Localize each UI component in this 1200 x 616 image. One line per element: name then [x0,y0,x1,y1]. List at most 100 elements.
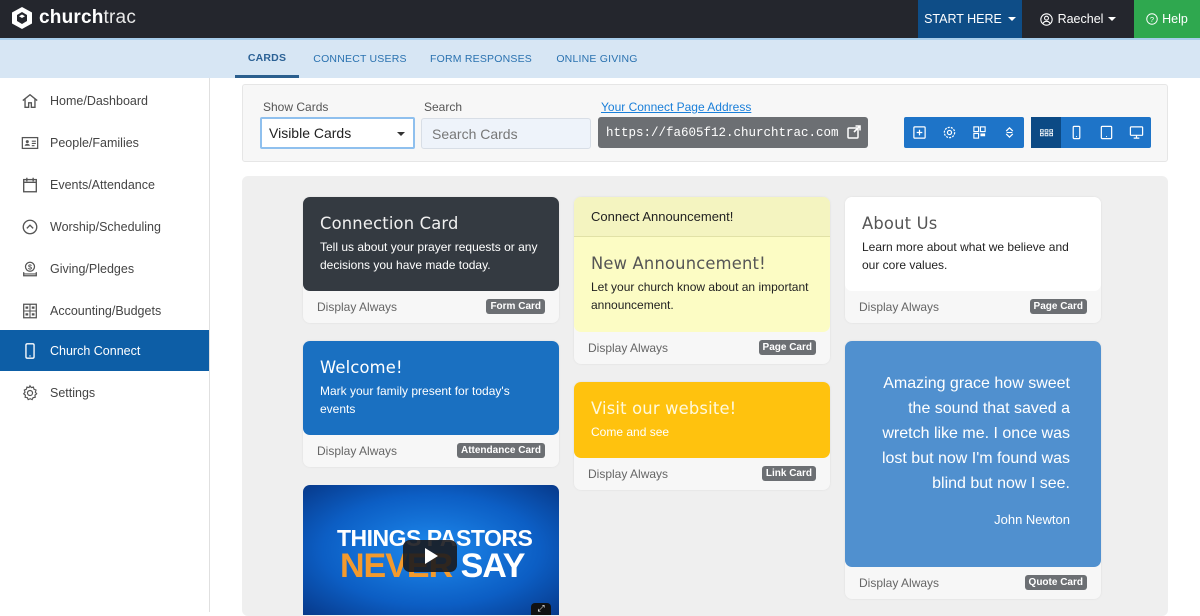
sidebar-item-label: Home/Dashboard [50,93,148,108]
mobile-icon [25,342,35,359]
sidebar-item-church-connect[interactable]: Church Connect [0,330,209,371]
sidebar-item-label: People/Families [50,135,139,150]
qr-code-icon [972,126,986,139]
logo[interactable]: churchtrac [10,6,136,30]
card-body: Connection Card Tell us about your praye… [303,197,559,291]
card-actions-group [904,117,1024,148]
logo-bold: church [39,7,104,28]
card-text: Let your church know about an important … [591,280,809,312]
tab-bar: CARDS CONNECT USERS FORM RESPONSES ONLIN… [0,38,1200,78]
card-body: About Us Learn more about what we believ… [845,197,1101,291]
help-label: Help [1162,12,1188,26]
card-type-badge: Page Card [1029,299,1087,314]
card-title: Welcome! [320,358,403,378]
play-icon [425,548,438,564]
start-here-dropdown[interactable]: START HERE [918,0,1022,38]
search-input[interactable] [421,118,591,149]
chevron-up-circle-icon [22,219,38,234]
sidebar-item-home[interactable]: Home/Dashboard [0,80,209,121]
caret-down-icon [1007,17,1016,21]
sidebar-item-label: Church Connect [50,343,141,358]
add-card-button[interactable] [904,117,934,148]
card-text: Come and see [591,425,670,439]
logo-text: churchtrac [39,7,136,29]
tab-connect-users[interactable]: CONNECT USERS [310,40,410,78]
card-footer: Display Always Form Card [303,291,559,323]
phone-icon [1072,125,1080,140]
quote-author: John Newton [994,512,1070,527]
card-body: Amazing grace how sweet the sound that s… [845,341,1101,567]
desktop-view-button[interactable] [1121,117,1151,148]
card-footer: Display Always Link Card [574,458,830,490]
show-cards-value: Visible Cards [269,125,352,141]
sidebar-item-accounting[interactable]: Accounting/Budgets [0,290,209,331]
plus-square-icon [912,126,926,139]
help-button[interactable]: ? Help [1134,0,1200,38]
card-text: Mark your family present for today's eve… [320,384,510,416]
search-label: Search [424,100,463,114]
card-about[interactable]: About Us Learn more about what we believ… [845,197,1101,323]
sidebar-item-label: Worship/Scheduling [50,219,161,234]
phone-view-button[interactable] [1061,117,1091,148]
card-quote[interactable]: Amazing grace how sweet the sound that s… [845,341,1101,599]
tab-online-giving[interactable]: ONLINE GIVING [552,40,642,78]
id-card-icon [21,136,39,149]
user-circle-icon [1039,12,1053,26]
card-video[interactable]: THINGS PASTORS NEVER SAY ⤢ [303,485,559,615]
external-link-icon[interactable] [846,124,862,140]
card-footer: Display Always Page Card [574,332,830,364]
logo-light: trac [103,7,137,28]
churchtrac-hex-icon [12,7,32,29]
question-circle-icon: ? [1146,13,1158,25]
card-website[interactable]: Visit our website! Come and see Display … [574,382,830,490]
card-display-rule: Display Always [317,300,398,314]
card-display-rule: Display Always [588,467,669,481]
gear-icon [22,384,38,400]
card-connection[interactable]: Connection Card Tell us about your praye… [303,197,559,323]
video-title-say: SAY [452,547,526,585]
sidebar-item-label: Events/Attendance [50,177,155,192]
card-footer: Display Always Page Card [845,291,1101,323]
card-body: Welcome! Mark your family present for to… [303,341,559,435]
card-header: Connect Announcement! [574,197,830,237]
play-button[interactable] [403,540,457,572]
connect-url-text: https://fa605f12.churchtrac.com [606,125,839,140]
card-announcement[interactable]: Connect Announcement! New Announcement! … [574,197,830,364]
desktop-icon [1129,126,1143,139]
user-menu-dropdown[interactable]: Raechel [1022,0,1134,38]
qr-code-button[interactable] [964,117,994,148]
card-type-badge: Page Card [758,340,816,355]
view-mode-group [1031,117,1151,148]
cards-canvas: Connection Card Tell us about your praye… [242,176,1168,616]
sidebar-item-worship[interactable]: Worship/Scheduling [0,206,209,247]
tab-cards[interactable]: CARDS [235,40,299,78]
sidebar-item-people[interactable]: People/Families [0,122,209,163]
card-title: New Announcement! [591,254,766,274]
calendar-icon [23,177,37,192]
caret-down-icon [1108,17,1117,21]
card-type-badge: Attendance Card [456,443,545,458]
home-icon [22,93,38,108]
sort-button[interactable] [994,117,1024,148]
connect-page-address-link[interactable]: Your Connect Page Address [601,100,751,114]
tablet-view-button[interactable] [1091,117,1121,148]
fullscreen-icon[interactable]: ⤢ [531,603,551,615]
settings-button[interactable] [934,117,964,148]
sidebar-item-events[interactable]: Events/Attendance [0,164,209,205]
show-cards-select[interactable]: Visible Cards [260,117,415,149]
sidebar-item-settings[interactable]: Settings [0,372,209,413]
video-thumbnail[interactable]: THINGS PASTORS NEVER SAY ⤢ [303,485,559,615]
grid-view-button[interactable] [1031,117,1061,148]
card-text: Tell us about your prayer requests or an… [320,240,538,272]
card-type-badge: Form Card [486,299,545,314]
show-cards-label: Show Cards [263,100,329,114]
sidebar-item-giving[interactable]: $ Giving/Pledges [0,248,209,289]
donation-icon: $ [23,261,37,276]
caret-down-icon [397,132,405,136]
card-text: Learn more about what we believe and our… [862,240,1069,272]
tab-form-responses[interactable]: FORM RESPONSES [428,40,534,78]
connect-url-field[interactable]: https://fa605f12.churchtrac.com [598,117,868,148]
card-welcome[interactable]: Welcome! Mark your family present for to… [303,341,559,467]
card-footer: Display Always Quote Card [845,567,1101,599]
grid-dots-icon [1039,129,1053,137]
